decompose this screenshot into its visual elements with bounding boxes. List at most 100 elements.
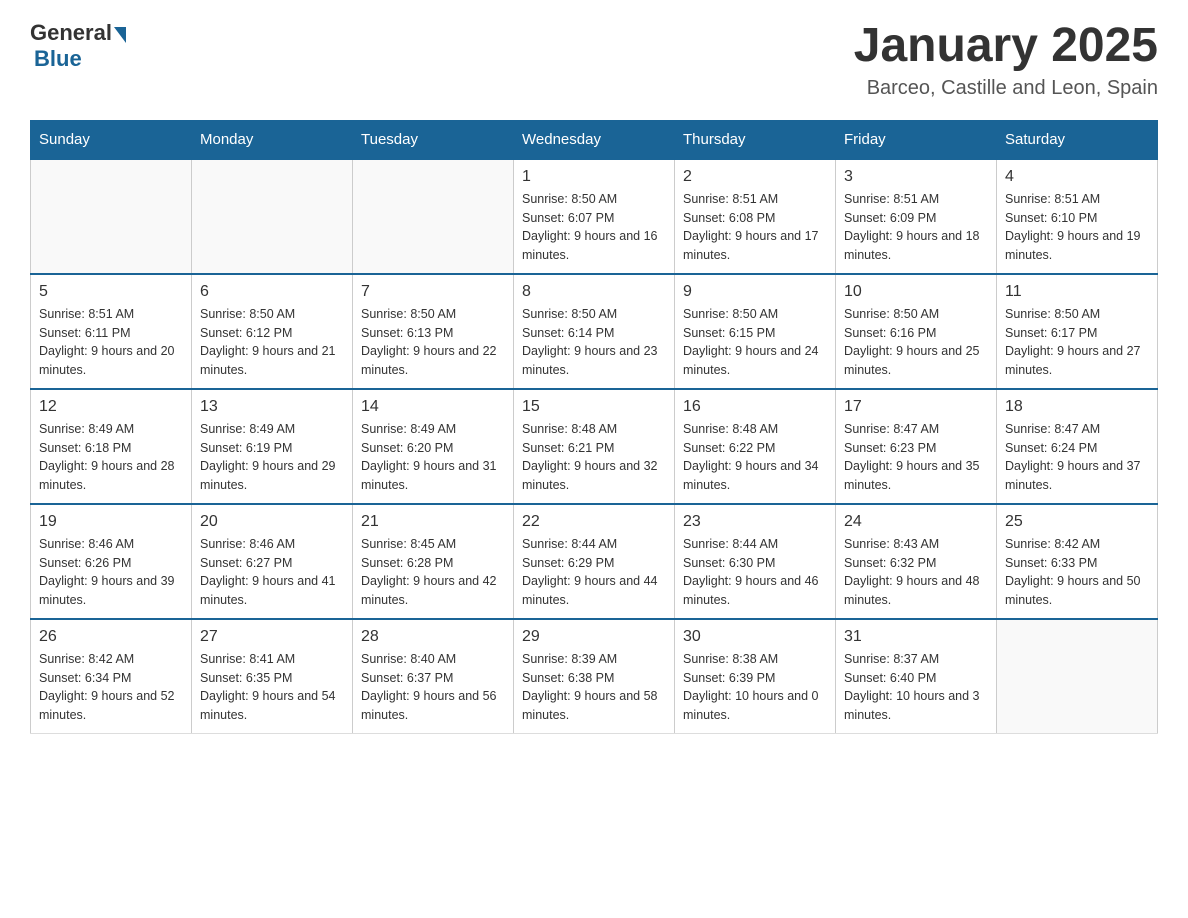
day-number: 10 — [844, 283, 988, 301]
calendar-week-row: 19 Sunrise: 8:46 AMSunset: 6:26 PMDayligh… — [31, 504, 1158, 619]
day-number: 18 — [1005, 398, 1149, 416]
day-info: Sunrise: 8:46 AMSunset: 6:26 PMDaylight:… — [39, 535, 183, 610]
calendar-cell: 14Sunrise: 8:49 AMSunset: 6:20 PMDayligh… — [353, 389, 514, 504]
calendar-week-row: 26Sunrise: 8:42 AMSunset: 6:34 PMDayligh… — [31, 619, 1158, 734]
day-number: 24 — [844, 513, 988, 531]
calendar-cell: 11 Sunrise: 8:50 AMSunset: 6:17 PMDayligh… — [997, 274, 1158, 389]
calendar-cell: 15Sunrise: 8:48 AMSunset: 6:21 PMDayligh… — [514, 389, 675, 504]
day-info: Sunrise: 8:42 AMSunset: 6:33 PMDaylight:… — [1005, 535, 1149, 610]
day-number: 12 — [39, 398, 183, 416]
day-number: 17 — [844, 398, 988, 416]
calendar-header-row: SundayMondayTuesdayWednesdayThursdayFrid… — [31, 120, 1158, 159]
day-number: 23 — [683, 513, 827, 531]
day-info: Sunrise: 8:49 AMSunset: 6:19 PMDaylight:… — [200, 420, 344, 495]
page-header: General Blue January 2025 Barceo, Castil… — [30, 20, 1158, 100]
day-info: Sunrise: 8:41 AMSunset: 6:35 PMDaylight:… — [200, 650, 344, 725]
logo-triangle-icon — [114, 27, 126, 43]
day-info: Sunrise: 8:51 AMSunset: 6:11 PMDaylight:… — [39, 305, 183, 380]
day-info: Sunrise: 8:45 AMSunset: 6:28 PMDaylight:… — [361, 535, 505, 610]
calendar-cell: 25Sunrise: 8:42 AMSunset: 6:33 PMDayligh… — [997, 504, 1158, 619]
day-number: 31 — [844, 628, 988, 646]
calendar-cell — [997, 619, 1158, 734]
calendar-cell — [192, 159, 353, 274]
day-info: Sunrise: 8:46 AMSunset: 6:27 PMDaylight:… — [200, 535, 344, 610]
calendar-cell — [31, 159, 192, 274]
day-number: 7 — [361, 283, 505, 301]
day-number: 13 — [200, 398, 344, 416]
day-number: 2 — [683, 168, 827, 186]
day-number: 19 — [39, 513, 183, 531]
day-number: 1 — [522, 168, 666, 186]
calendar-cell: 3 Sunrise: 8:51 AMSunset: 6:09 PMDaylight… — [836, 159, 997, 274]
calendar-cell: 19 Sunrise: 8:46 AMSunset: 6:26 PMDayligh… — [31, 504, 192, 619]
day-info: Sunrise: 8:49 AMSunset: 6:18 PMDaylight:… — [39, 420, 183, 495]
calendar-cell: 6 Sunrise: 8:50 AMSunset: 6:12 PMDaylight… — [192, 274, 353, 389]
day-number: 15 — [522, 398, 666, 416]
calendar-cell: 24 Sunrise: 8:43 AMSunset: 6:32 PMDayligh… — [836, 504, 997, 619]
day-info: Sunrise: 8:50 AMSunset: 6:16 PMDaylight:… — [844, 305, 988, 380]
day-number: 5 — [39, 283, 183, 301]
day-number: 9 — [683, 283, 827, 301]
calendar-week-row: 1 Sunrise: 8:50 AMSunset: 6:07 PMDaylight… — [31, 159, 1158, 274]
day-info: Sunrise: 8:37 AMSunset: 6:40 PMDaylight:… — [844, 650, 988, 725]
day-info: Sunrise: 8:50 AMSunset: 6:12 PMDaylight:… — [200, 305, 344, 380]
calendar-cell: 26Sunrise: 8:42 AMSunset: 6:34 PMDayligh… — [31, 619, 192, 734]
calendar-cell: 21 Sunrise: 8:45 AMSunset: 6:28 PMDayligh… — [353, 504, 514, 619]
logo: General Blue — [30, 20, 126, 72]
calendar-header-thursday: Thursday — [675, 120, 836, 159]
day-info: Sunrise: 8:38 AMSunset: 6:39 PMDaylight:… — [683, 650, 827, 725]
calendar-header-saturday: Saturday — [997, 120, 1158, 159]
calendar-cell: 18 Sunrise: 8:47 AMSunset: 6:24 PMDayligh… — [997, 389, 1158, 504]
day-number: 26 — [39, 628, 183, 646]
calendar-cell: 31 Sunrise: 8:37 AMSunset: 6:40 PMDayligh… — [836, 619, 997, 734]
day-info: Sunrise: 8:50 AMSunset: 6:07 PMDaylight:… — [522, 190, 666, 265]
day-number: 16 — [683, 398, 827, 416]
day-number: 6 — [200, 283, 344, 301]
day-number: 20 — [200, 513, 344, 531]
day-info: Sunrise: 8:44 AMSunset: 6:29 PMDaylight:… — [522, 535, 666, 610]
day-info: Sunrise: 8:48 AMSunset: 6:22 PMDaylight:… — [683, 420, 827, 495]
day-info: Sunrise: 8:51 AMSunset: 6:08 PMDaylight:… — [683, 190, 827, 265]
day-number: 27 — [200, 628, 344, 646]
day-info: Sunrise: 8:44 AMSunset: 6:30 PMDaylight:… — [683, 535, 827, 610]
calendar-cell: 8Sunrise: 8:50 AMSunset: 6:14 PMDaylight… — [514, 274, 675, 389]
day-number: 11 — [1005, 283, 1149, 301]
calendar-header-friday: Friday — [836, 120, 997, 159]
day-number: 21 — [361, 513, 505, 531]
location-subtitle: Barceo, Castille and Leon, Spain — [854, 77, 1158, 100]
calendar-table: SundayMondayTuesdayWednesdayThursdayFrid… — [30, 120, 1158, 734]
calendar-cell: 12 Sunrise: 8:49 AMSunset: 6:18 PMDayligh… — [31, 389, 192, 504]
logo-blue-text: Blue — [34, 46, 82, 72]
day-number: 29 — [522, 628, 666, 646]
day-info: Sunrise: 8:47 AMSunset: 6:24 PMDaylight:… — [1005, 420, 1149, 495]
day-info: Sunrise: 8:49 AMSunset: 6:20 PMDaylight:… — [361, 420, 505, 495]
day-info: Sunrise: 8:51 AMSunset: 6:10 PMDaylight:… — [1005, 190, 1149, 265]
calendar-week-row: 5 Sunrise: 8:51 AMSunset: 6:11 PMDaylight… — [31, 274, 1158, 389]
calendar-header-tuesday: Tuesday — [353, 120, 514, 159]
logo-general-text: General — [30, 20, 112, 46]
calendar-cell: 7 Sunrise: 8:50 AMSunset: 6:13 PMDaylight… — [353, 274, 514, 389]
calendar-cell: 22 Sunrise: 8:44 AMSunset: 6:29 PMDayligh… — [514, 504, 675, 619]
calendar-header-monday: Monday — [192, 120, 353, 159]
day-number: 22 — [522, 513, 666, 531]
calendar-cell: 4Sunrise: 8:51 AMSunset: 6:10 PMDaylight… — [997, 159, 1158, 274]
calendar-cell: 5 Sunrise: 8:51 AMSunset: 6:11 PMDaylight… — [31, 274, 192, 389]
calendar-cell: 20 Sunrise: 8:46 AMSunset: 6:27 PMDayligh… — [192, 504, 353, 619]
calendar-cell: 30Sunrise: 8:38 AMSunset: 6:39 PMDayligh… — [675, 619, 836, 734]
day-info: Sunrise: 8:50 AMSunset: 6:15 PMDaylight:… — [683, 305, 827, 380]
day-info: Sunrise: 8:43 AMSunset: 6:32 PMDaylight:… — [844, 535, 988, 610]
calendar-cell: 13 Sunrise: 8:49 AMSunset: 6:19 PMDayligh… — [192, 389, 353, 504]
calendar-header-wednesday: Wednesday — [514, 120, 675, 159]
day-info: Sunrise: 8:47 AMSunset: 6:23 PMDaylight:… — [844, 420, 988, 495]
calendar-cell: 23 Sunrise: 8:44 AMSunset: 6:30 PMDayligh… — [675, 504, 836, 619]
day-number: 3 — [844, 168, 988, 186]
title-area: January 2025 Barceo, Castille and Leon, … — [854, 20, 1158, 100]
day-number: 28 — [361, 628, 505, 646]
calendar-cell: 1 Sunrise: 8:50 AMSunset: 6:07 PMDaylight… — [514, 159, 675, 274]
calendar-cell: 10 Sunrise: 8:50 AMSunset: 6:16 PMDayligh… — [836, 274, 997, 389]
day-info: Sunrise: 8:50 AMSunset: 6:17 PMDaylight:… — [1005, 305, 1149, 380]
day-info: Sunrise: 8:51 AMSunset: 6:09 PMDaylight:… — [844, 190, 988, 265]
day-info: Sunrise: 8:50 AMSunset: 6:13 PMDaylight:… — [361, 305, 505, 380]
day-number: 8 — [522, 283, 666, 301]
day-info: Sunrise: 8:39 AMSunset: 6:38 PMDaylight:… — [522, 650, 666, 725]
